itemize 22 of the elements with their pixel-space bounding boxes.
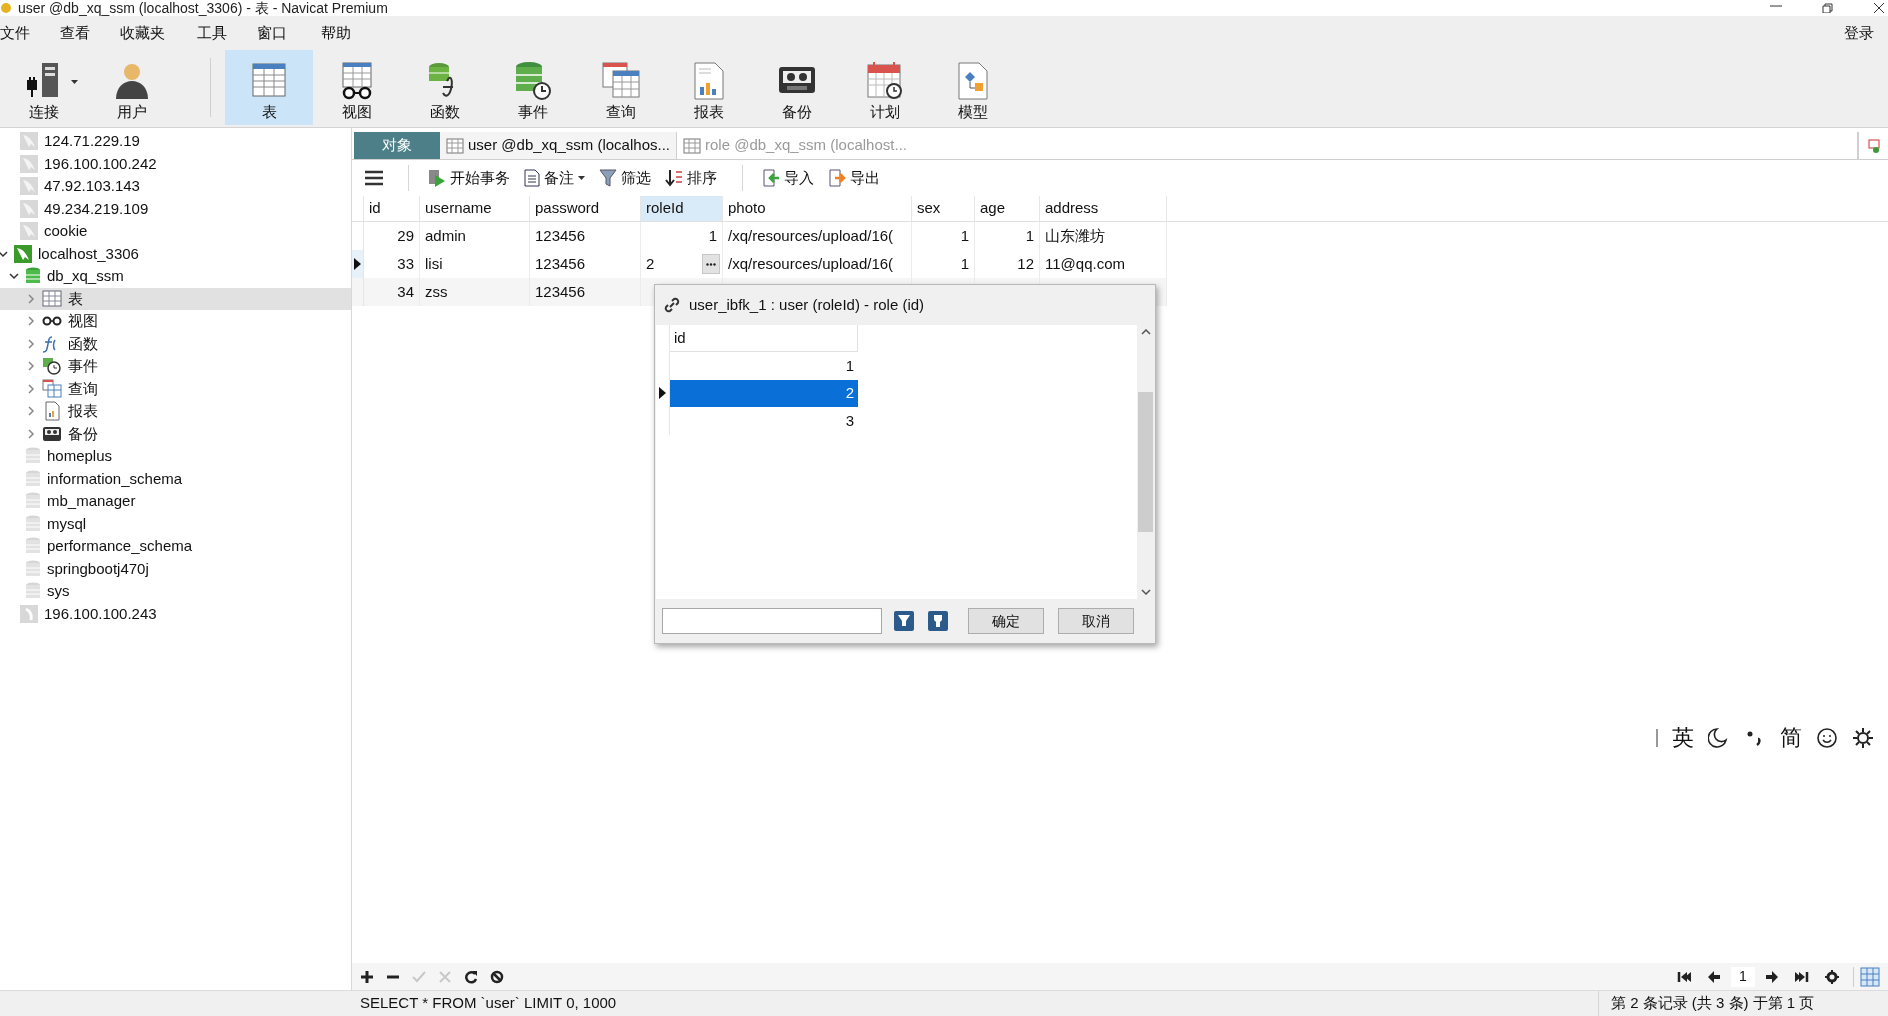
table-cell-text: 山东潍坊	[1045, 225, 1105, 246]
table-cell-text: lisi	[425, 253, 443, 274]
sql-statement: SELECT * FROM `user` LIMIT 0, 1000	[360, 993, 617, 1014]
table-cell-text: 123456	[535, 281, 586, 302]
table-cell-text: 33	[397, 253, 414, 274]
table-cell-text: zss	[425, 281, 448, 302]
record-info: 第 2 条记录 (共 3 条) 于第 1 页	[1611, 993, 1815, 1014]
table-cell-text: 123456	[535, 253, 586, 274]
dialog-title: user_ibfk_1 : user (roleId) - role (id)	[689, 294, 925, 315]
table-cell-text: /xq/resources/upload/16(	[728, 225, 894, 246]
table-cell-text: 1	[960, 225, 969, 246]
table-cell-text: 1	[960, 253, 969, 274]
table-cell-text: 1	[1025, 225, 1034, 246]
table-cell-text: 123456	[535, 225, 586, 246]
table-cell-text: admin	[425, 225, 466, 246]
table-cell-text: 34	[397, 281, 414, 302]
window-title: user @db_xq_ssm (localhost_3306) - 表 - Navicat Premium	[18, 0, 388, 16]
table-cell-text: 11@qq.com	[1045, 253, 1125, 274]
table-cell-text: 12	[1017, 253, 1034, 274]
table-cell-text: /xq/resources/upload/16(	[728, 253, 894, 274]
table-cell-text: 1	[708, 225, 717, 246]
table-cell-text: 29	[397, 225, 414, 246]
